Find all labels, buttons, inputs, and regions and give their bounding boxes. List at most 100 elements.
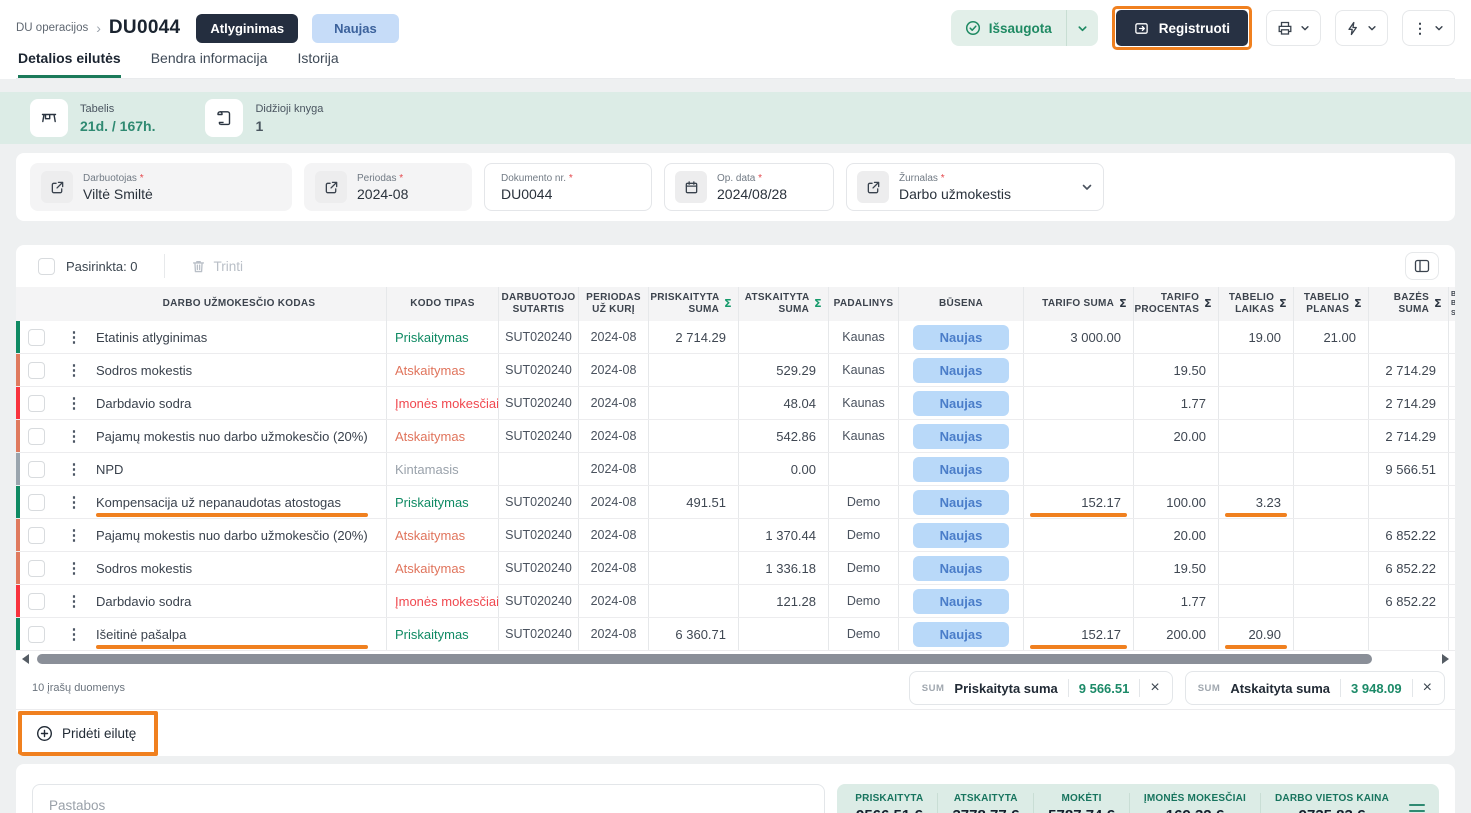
actions-button[interactable] (1335, 10, 1388, 46)
cell-period: 2024-08 (579, 420, 649, 452)
col-header-type[interactable]: KODO TIPAS (387, 287, 499, 321)
col-header-accrued[interactable]: PRISKAITYTA SUMAΣ (649, 287, 739, 321)
row-checkbox[interactable] (28, 395, 45, 412)
select-all-checkbox[interactable] (38, 258, 55, 275)
col-header-code[interactable]: DARBO UŽMOKESČIO KODAS (92, 287, 387, 321)
close-icon[interactable]: × (1150, 680, 1159, 696)
external-link-icon[interactable] (315, 171, 347, 203)
col-header-department[interactable]: PADALINYS (829, 287, 899, 321)
status-badge[interactable]: Naujas (913, 391, 1009, 416)
table-row: ⋮ Išeitinė pašalpa Priskaitymas SUT02024… (16, 618, 1455, 651)
notes-and-summary: PRISKAITYTA 9566.51 € ATSKAITYTA 3778.77… (16, 764, 1455, 813)
sum-sigma-icon[interactable]: Σ (1434, 297, 1442, 311)
row-menu-icon[interactable]: ⋮ (56, 486, 92, 518)
row-checkbox[interactable] (28, 428, 45, 445)
status-badge[interactable]: Naujas (913, 622, 1009, 647)
column-settings-button[interactable] (1405, 252, 1439, 280)
col-header-deducted[interactable]: ATSKAITYTA SUMAΣ (739, 287, 829, 321)
col-header-tariff-percent[interactable]: TARIFO PROCENTASΣ (1134, 287, 1219, 321)
tab-istorija[interactable]: Istorija (297, 50, 338, 78)
cell-tariff-amount (1024, 453, 1134, 485)
external-link-icon[interactable] (41, 171, 73, 203)
more-menu-button[interactable]: ⋮ (1402, 10, 1455, 46)
status-badge[interactable]: Naujas (913, 490, 1009, 515)
summary-menu-icon[interactable] (1409, 804, 1425, 812)
status-badge[interactable]: Naujas (913, 457, 1009, 482)
row-menu-icon[interactable]: ⋮ (56, 354, 92, 386)
period-field[interactable]: Periodas * 2024-08 (304, 163, 472, 211)
horizontal-scrollbar[interactable] (16, 651, 1455, 667)
sum-sigma-icon[interactable]: Σ (1119, 297, 1127, 311)
scroll-left-arrow[interactable] (22, 654, 29, 664)
close-icon[interactable]: × (1423, 680, 1432, 696)
col-header-status[interactable]: BŪSENA (899, 287, 1024, 321)
breadcrumb[interactable]: DU operacijos (16, 22, 88, 34)
sum-sigma-icon[interactable]: Σ (724, 297, 732, 311)
col-header-timesheet-time[interactable]: TABELIO LAIKASΣ (1219, 287, 1294, 321)
row-checkbox[interactable] (28, 362, 45, 379)
print-button[interactable] (1266, 10, 1321, 46)
row-menu-icon[interactable]: ⋮ (56, 618, 92, 650)
status-badge[interactable]: Naujas (913, 556, 1009, 581)
scroll-right-arrow[interactable] (1442, 654, 1449, 664)
cell-code: Sodros mokestis (92, 354, 387, 386)
calendar-icon[interactable] (675, 171, 707, 203)
journal-field[interactable]: Žurnalas * Darbo užmokestis (846, 163, 1104, 211)
col-header-base-amount[interactable]: BAZĖS SUMAΣ (1369, 287, 1449, 321)
table-row: ⋮ Sodros mokestis Atskaitymas SUT020240 … (16, 354, 1455, 387)
row-checkbox[interactable] (28, 593, 45, 610)
employee-value: Viltė Smiltė (83, 186, 153, 202)
row-checkbox[interactable] (28, 626, 45, 643)
cell-period: 2024-08 (579, 486, 649, 518)
external-link-icon[interactable] (857, 171, 889, 203)
row-menu-icon[interactable]: ⋮ (56, 453, 92, 485)
sum-sigma-icon[interactable]: Σ (1204, 297, 1212, 311)
scrollbar-track[interactable] (33, 654, 1438, 664)
cell-timesheet-plan (1294, 453, 1369, 485)
timesheet-info[interactable]: Tabelis 21d. / 167h. (30, 99, 155, 137)
sum-chip-value: 9 566.51 (1079, 681, 1130, 696)
col-header-period[interactable]: PERIODAS UŽ KURĮ (579, 287, 649, 321)
status-badge[interactable]: Naujas (913, 424, 1009, 449)
row-checkbox[interactable] (28, 494, 45, 511)
status-badge[interactable]: Naujas (913, 325, 1009, 350)
status-badge[interactable]: Naujas (913, 589, 1009, 614)
employee-field[interactable]: Darbuotojas * Viltė Smiltė (30, 163, 292, 211)
cell-timesheet-plan (1294, 354, 1369, 386)
ledger-info[interactable]: Didžioji knyga 1 (205, 99, 323, 137)
row-menu-icon[interactable]: ⋮ (56, 420, 92, 452)
tab-bendra-informacija[interactable]: Bendra informacija (151, 50, 268, 78)
saved-button[interactable]: Išsaugota (951, 10, 1098, 46)
document-number-field[interactable]: Dokumento nr. * DU0044 (484, 163, 652, 211)
row-menu-icon[interactable]: ⋮ (56, 552, 92, 584)
col-header-contract[interactable]: DARBUOTOJO SUTARTIS (499, 287, 579, 321)
row-checkbox[interactable] (28, 461, 45, 478)
cell-accrued: 491.51 (649, 486, 739, 518)
saved-dropdown-toggle[interactable] (1066, 10, 1098, 46)
register-button[interactable]: Registruoti (1116, 10, 1248, 46)
row-menu-icon[interactable]: ⋮ (56, 585, 92, 617)
row-menu-icon[interactable]: ⋮ (56, 321, 92, 353)
row-checkbox[interactable] (28, 560, 45, 577)
sum-sigma-icon[interactable]: Σ (1354, 297, 1362, 311)
tab-detalios-eilutes[interactable]: Detalios eilutės (18, 50, 121, 78)
sum-sigma-icon[interactable]: Σ (1279, 297, 1287, 311)
table-row: ⋮ Darbdavio sodra Įmonės mokesčiai SUT02… (16, 585, 1455, 618)
row-menu-icon[interactable]: ⋮ (56, 519, 92, 551)
sum-sigma-icon[interactable]: Σ (814, 297, 822, 311)
delete-button[interactable]: Trinti (191, 259, 244, 274)
col-header-timesheet-plan[interactable]: TABELIO PLANASΣ (1294, 287, 1369, 321)
row-type-bar (16, 585, 20, 617)
row-menu-icon[interactable]: ⋮ (56, 387, 92, 419)
notes-input[interactable] (32, 784, 825, 813)
row-checkbox[interactable] (28, 527, 45, 544)
status-badge[interactable]: Naujas (913, 523, 1009, 548)
scrollbar-thumb[interactable] (37, 654, 1372, 664)
row-checkbox[interactable] (28, 329, 45, 346)
chevron-down-icon[interactable] (1073, 181, 1093, 193)
operation-date-field[interactable]: Op. data * 2024/08/28 (664, 163, 834, 211)
cell-accrued (649, 453, 739, 485)
status-badge[interactable]: Naujas (913, 358, 1009, 383)
col-header-tariff-amount[interactable]: TARIFO SUMAΣ (1024, 287, 1134, 321)
add-row-button[interactable]: Pridėti eilutę (22, 715, 154, 752)
